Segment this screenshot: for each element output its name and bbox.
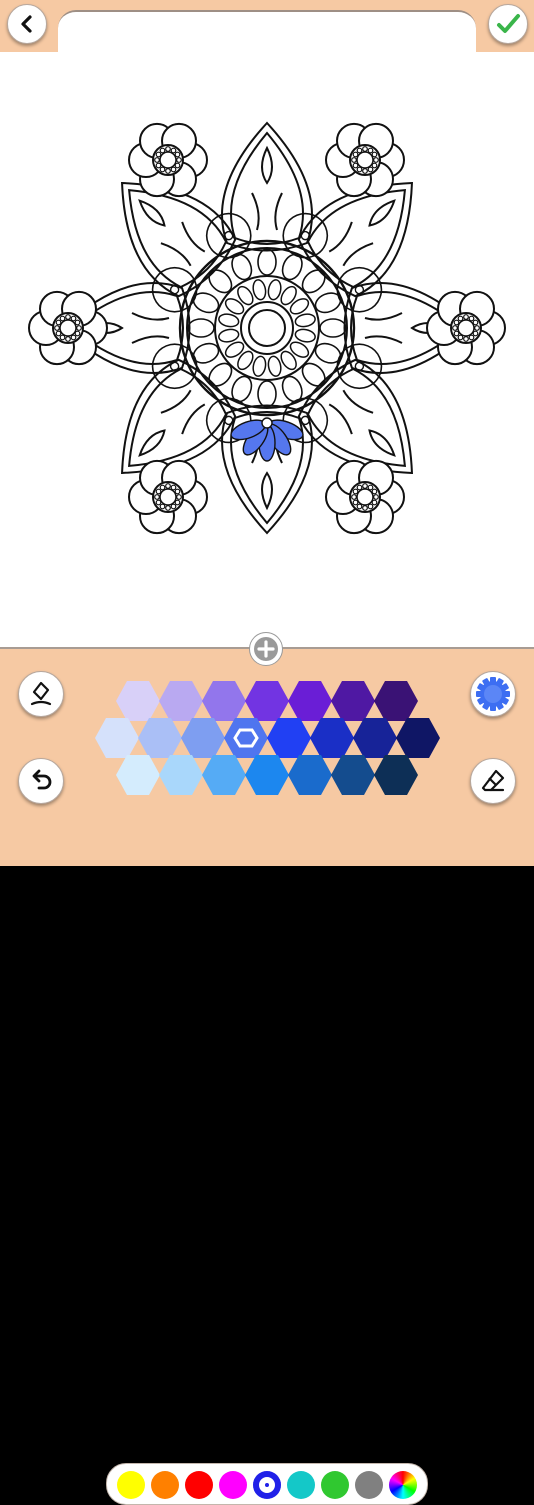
strip-color[interactable]	[287, 1471, 315, 1499]
color-swatch[interactable]	[181, 718, 225, 758]
color-swatch[interactable]	[159, 755, 203, 795]
color-swatch[interactable]	[159, 681, 203, 721]
color-swatch[interactable]	[245, 681, 289, 721]
eraser-button[interactable]	[470, 758, 516, 804]
color-swatch[interactable]	[95, 718, 139, 758]
color-wheel-button[interactable]	[389, 1471, 417, 1499]
selected-swatch-marker	[233, 728, 259, 748]
color-swatch[interactable]	[267, 718, 311, 758]
strip-color[interactable]	[185, 1471, 213, 1499]
coloring-canvas[interactable]	[0, 52, 534, 647]
top-bar	[0, 0, 534, 56]
chevron-left-icon	[21, 15, 32, 33]
plus-icon	[254, 637, 278, 661]
color-swatch[interactable]	[396, 718, 440, 758]
color-strip	[106, 1463, 428, 1505]
mandala-drawing[interactable]	[0, 52, 534, 647]
strip-color[interactable]	[253, 1471, 281, 1499]
strip-color[interactable]	[219, 1471, 247, 1499]
color-swatch[interactable]	[374, 681, 418, 721]
color-swatch[interactable]	[288, 681, 332, 721]
title-notch	[58, 10, 476, 56]
strip-color[interactable]	[321, 1471, 349, 1499]
add-color-button[interactable]	[249, 632, 283, 666]
color-swatch[interactable]	[331, 755, 375, 795]
color-swatch[interactable]	[116, 755, 160, 795]
color-swatch[interactable]	[138, 718, 182, 758]
checkmark-icon	[497, 14, 520, 33]
color-swatch[interactable]	[310, 718, 354, 758]
strip-color[interactable]	[117, 1471, 145, 1499]
gear-icon	[476, 677, 510, 711]
color-swatch[interactable]	[202, 681, 246, 721]
color-swatch[interactable]	[331, 681, 375, 721]
navigation-bar-area	[0, 866, 534, 949]
color-swatch[interactable]	[245, 755, 289, 795]
settings-button[interactable]	[470, 671, 516, 717]
eraser-icon	[481, 769, 505, 792]
palette-panel	[0, 647, 534, 1505]
color-swatch[interactable]	[374, 755, 418, 795]
color-swatch[interactable]	[288, 755, 332, 795]
undo-button[interactable]	[18, 758, 64, 804]
fill-tool-button[interactable]	[18, 671, 64, 717]
undo-icon	[32, 769, 52, 790]
strip-color[interactable]	[151, 1471, 179, 1499]
color-swatch[interactable]	[224, 718, 268, 758]
strip-color[interactable]	[355, 1471, 383, 1499]
color-swatch[interactable]	[202, 755, 246, 795]
back-button[interactable]	[7, 4, 47, 44]
color-swatch[interactable]	[353, 718, 397, 758]
color-swatch[interactable]	[116, 681, 160, 721]
confirm-button[interactable]	[488, 4, 528, 44]
brush-icon	[30, 681, 52, 706]
